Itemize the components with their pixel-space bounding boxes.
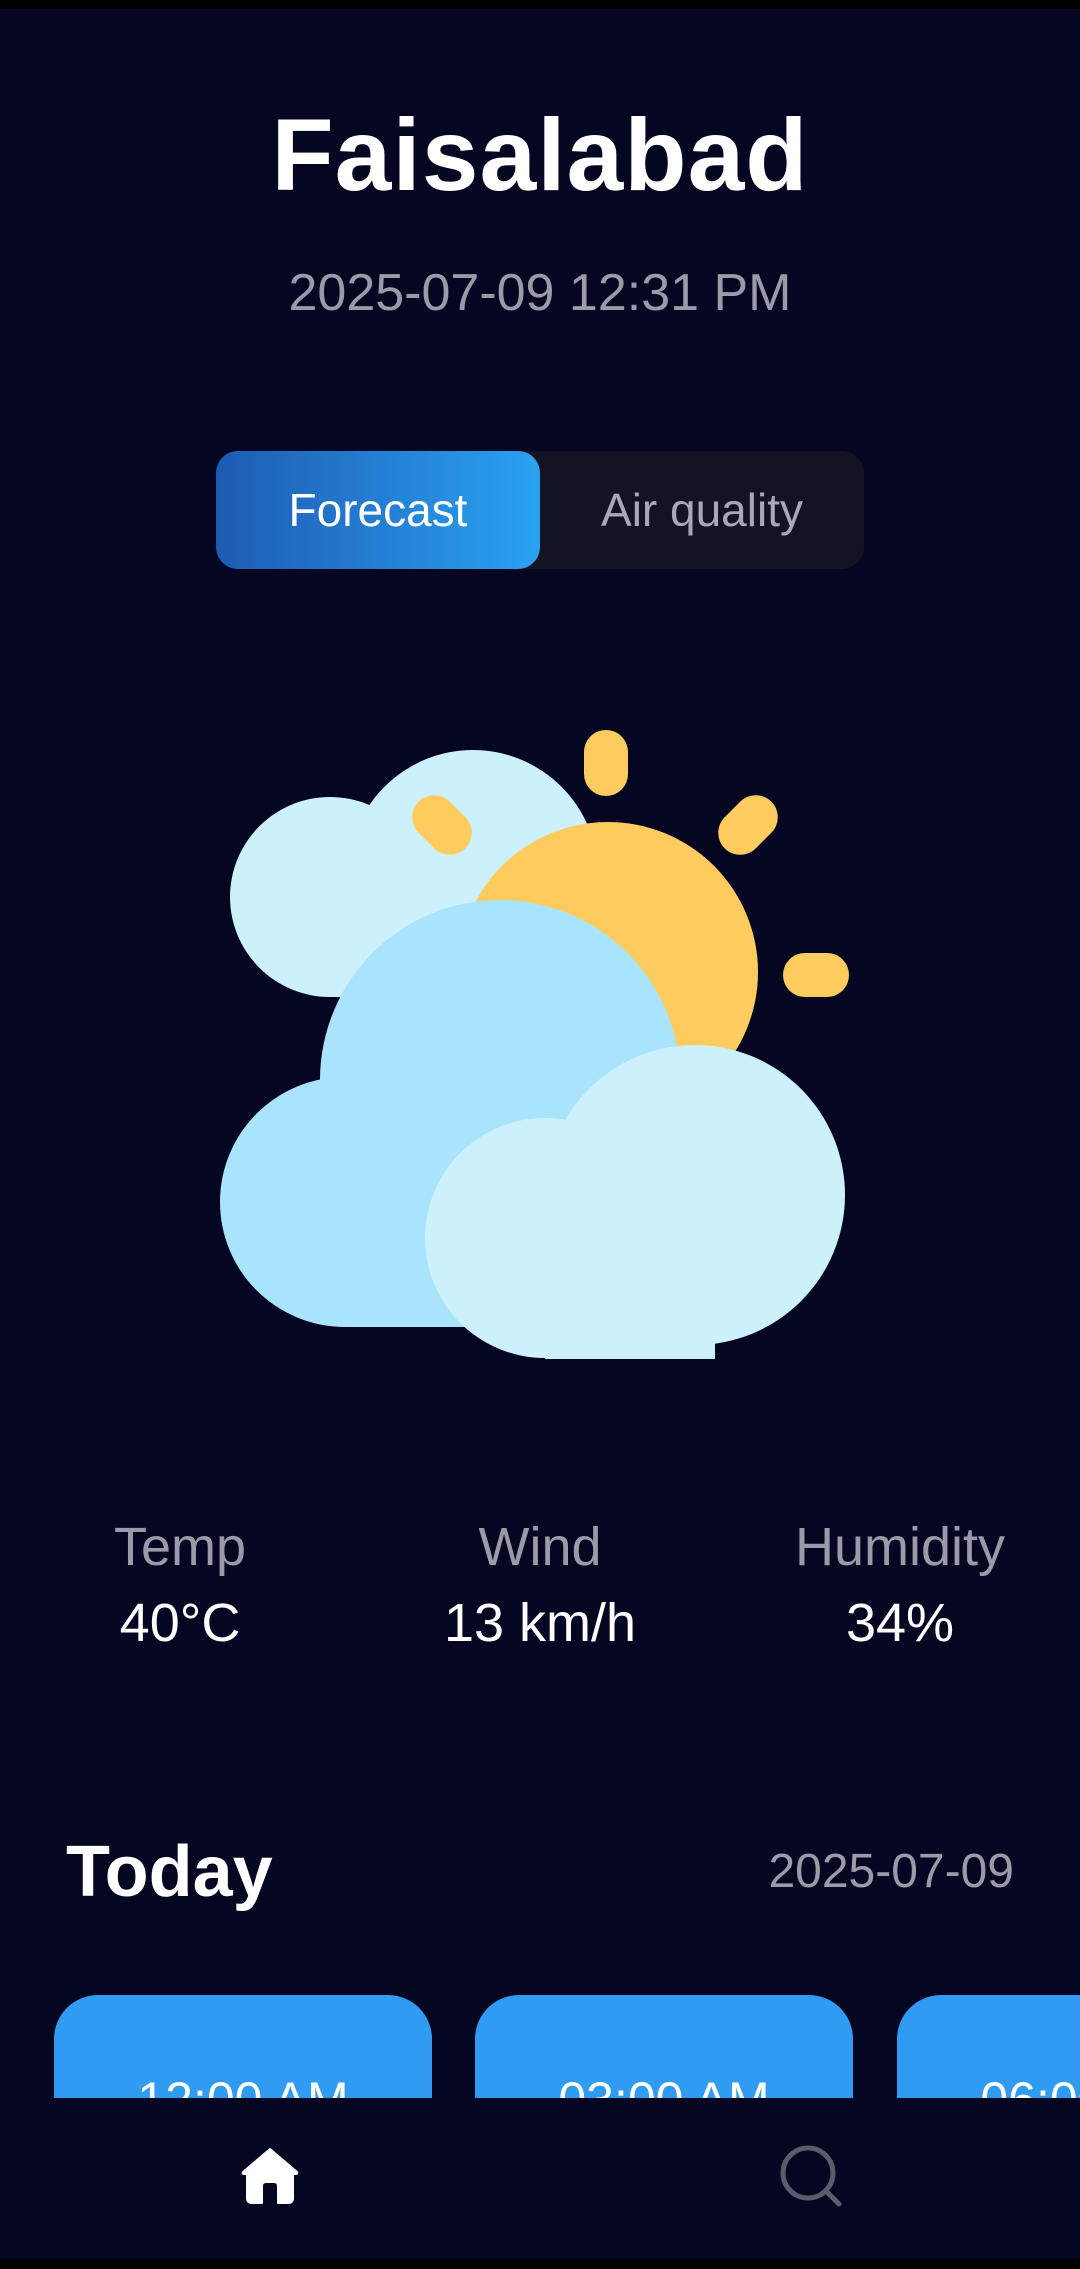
weather-screen: Faisalabad 2025-07-09 12:31 PM Forecast … bbox=[0, 0, 1080, 2269]
tab-forecast[interactable]: Forecast bbox=[216, 451, 540, 569]
partly-cloudy-icon bbox=[200, 700, 880, 1380]
stat-temp: Temp 40°C bbox=[30, 1515, 330, 1655]
stat-wind-label: Wind bbox=[478, 1517, 602, 1577]
hourly-forecast-list[interactable]: 12:00 AM 03:00 AM 06:00 AM bbox=[0, 1995, 1080, 2098]
nav-search-button[interactable] bbox=[771, 2138, 851, 2218]
home-icon bbox=[240, 2146, 300, 2211]
search-icon bbox=[778, 2143, 844, 2214]
stat-humidity: Humidity 34% bbox=[750, 1515, 1050, 1655]
tab-air-quality[interactable]: Air quality bbox=[540, 451, 864, 569]
hourly-card-time: 06:00 AM bbox=[980, 2072, 1080, 2098]
hourly-card[interactable]: 06:00 AM bbox=[897, 1995, 1080, 2098]
status-bar bbox=[0, 0, 1080, 9]
hourly-card-time: 12:00 AM bbox=[137, 2072, 348, 2098]
hourly-card[interactable]: 12:00 AM bbox=[54, 1995, 432, 2098]
hourly-card-time: 03:00 AM bbox=[558, 2072, 769, 2098]
nav-home-button[interactable] bbox=[230, 2138, 310, 2218]
today-heading: Today bbox=[66, 1832, 273, 1912]
current-datetime: 2025-07-09 12:31 PM bbox=[288, 264, 792, 322]
stat-temp-label: Temp bbox=[113, 1517, 247, 1577]
stat-wind: Wind 13 km/h bbox=[390, 1515, 690, 1655]
stat-wind-value: 13 km/h bbox=[443, 1593, 637, 1653]
stat-temp-value: 40°C bbox=[119, 1593, 241, 1653]
system-nav-bar bbox=[0, 2259, 1080, 2269]
view-toggle: Forecast Air quality bbox=[216, 451, 864, 569]
stat-humidity-label: Humidity bbox=[794, 1517, 1006, 1577]
bottom-navigation bbox=[0, 2098, 1080, 2259]
today-date: 2025-07-09 bbox=[768, 1845, 1014, 1898]
city-title: Faisalabad bbox=[271, 98, 809, 212]
hourly-card[interactable]: 03:00 AM bbox=[475, 1995, 853, 2098]
stat-humidity-value: 34% bbox=[845, 1593, 955, 1653]
